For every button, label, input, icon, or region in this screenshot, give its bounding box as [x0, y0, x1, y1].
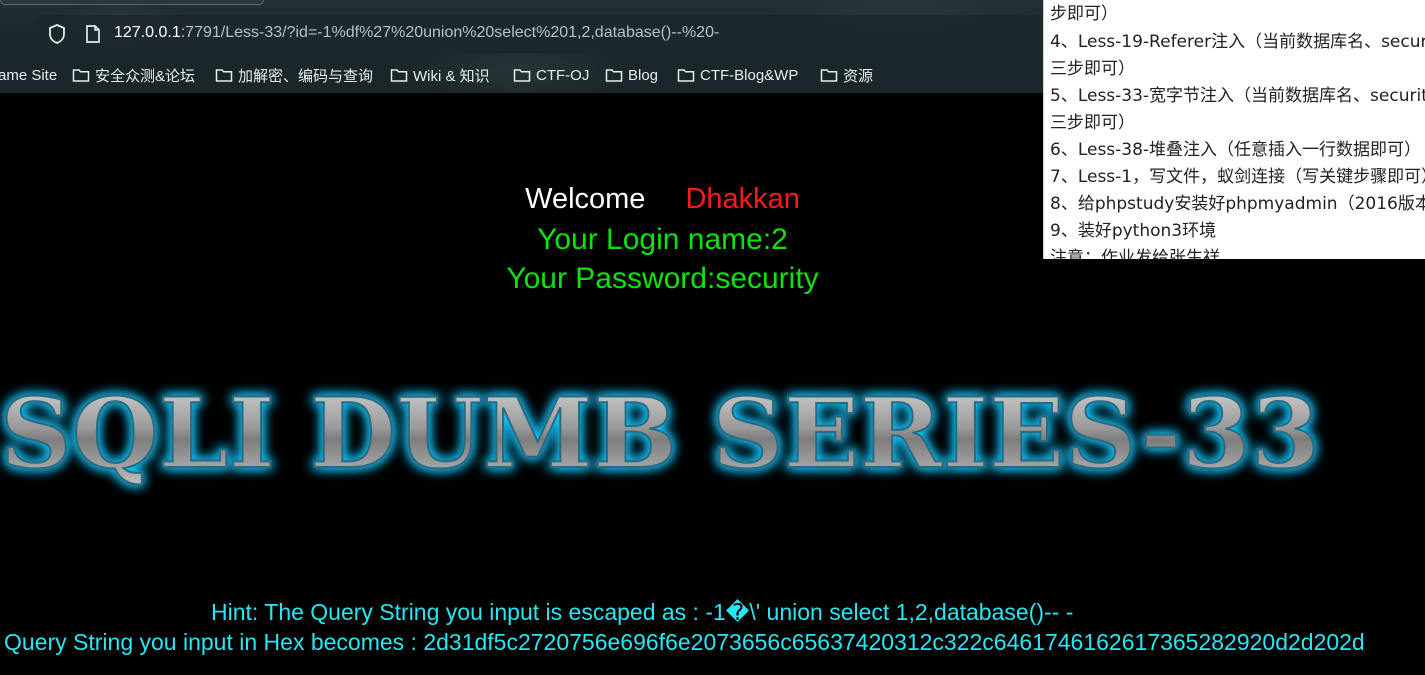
- active-tab[interactable]: [0, 0, 264, 5]
- bookmark-label: ame Site: [0, 66, 58, 84]
- hint-escaped: Hint: The Query String you input is esca…: [211, 599, 1074, 625]
- welcome-name: Dhakkan: [685, 183, 800, 215]
- password-text: Your Password:security: [506, 262, 819, 295]
- url-path: :7791/Less-33/?id=-1%df%27%20union%20sel…: [180, 24, 720, 41]
- bookmark-label: 资源: [843, 67, 874, 85]
- folder-icon: [513, 69, 531, 82]
- notes-overlay: 步即可） 4、Less-19-Referer注入（当前数据库名、security…: [1043, 0, 1425, 259]
- banner-text: SQLI DUMB SERIES-33: [0, 377, 1320, 490]
- notes-line: 步即可）: [1050, 4, 1118, 24]
- bookmark-label: 安全众测&论坛: [95, 67, 196, 85]
- folder-icon: [390, 69, 408, 82]
- folder-icon: [72, 69, 90, 82]
- login-name-text: Your Login name:2: [537, 223, 788, 256]
- bookmarks-bar: ame Site 安全众测&论坛 加解密、编码与查询 Wiki & 知识 CTF…: [0, 64, 1045, 86]
- welcome-line: Welcome Dhakkan: [0, 183, 1325, 216]
- folder-icon: [820, 69, 838, 82]
- welcome-text: Welcome: [525, 183, 646, 215]
- notes-line: 6、Less-38-堆叠注入（任意插入一行数据即可）: [1050, 140, 1422, 160]
- notes-line: 5、Less-33-宽字节注入（当前数据库名、security: [1050, 86, 1425, 106]
- folder-icon: [215, 69, 233, 82]
- bookmark-folder-wiki[interactable]: Wiki & 知识: [390, 64, 490, 86]
- bookmark-folder-crypto[interactable]: 加解密、编码与查询: [215, 64, 373, 86]
- bookmark-folder-blog[interactable]: Blog: [605, 64, 658, 86]
- folder-icon: [677, 69, 695, 82]
- bookmark-label: CTF-OJ: [536, 66, 590, 84]
- bookmark-label: Wiki & 知识: [413, 67, 490, 85]
- bookmark-folder-resources[interactable]: 资源: [820, 64, 873, 86]
- bookmark-home-site[interactable]: ame Site: [0, 64, 57, 86]
- page-icon: [86, 25, 100, 43]
- address-bar[interactable]: 127.0.0.1:7791/Less-33/?id=-1%df%27%20un…: [38, 15, 1048, 53]
- bookmark-folder-security-forums[interactable]: 安全众测&论坛: [72, 64, 195, 86]
- bookmark-label: Blog: [628, 66, 659, 84]
- bookmark-folder-ctf-oj[interactable]: CTF-OJ: [513, 64, 589, 86]
- notes-line: 4、Less-19-Referer注入（当前数据库名、security: [1050, 32, 1425, 52]
- notes-line: 三步即可）: [1050, 113, 1135, 133]
- bookmark-label: 加解密、编码与查询: [238, 67, 374, 85]
- series-banner-image: SQLI DUMB SERIES-33: [0, 376, 1321, 491]
- bookmark-label: CTF-Blog&WP: [700, 66, 799, 84]
- url-text[interactable]: 127.0.0.1:7791/Less-33/?id=-1%df%27%20un…: [114, 24, 719, 42]
- folder-icon: [605, 69, 623, 82]
- series-banner: SQLI DUMB SERIES-33: [0, 375, 1340, 495]
- notes-line: 三步即可）: [1050, 59, 1135, 79]
- shield-icon[interactable]: [48, 24, 66, 44]
- hint-hex: The Query String you input in Hex become…: [0, 629, 1365, 655]
- url-host: 127.0.0.1: [114, 24, 181, 41]
- bookmark-folder-ctf-blog-wp[interactable]: CTF-Blog&WP: [677, 64, 798, 86]
